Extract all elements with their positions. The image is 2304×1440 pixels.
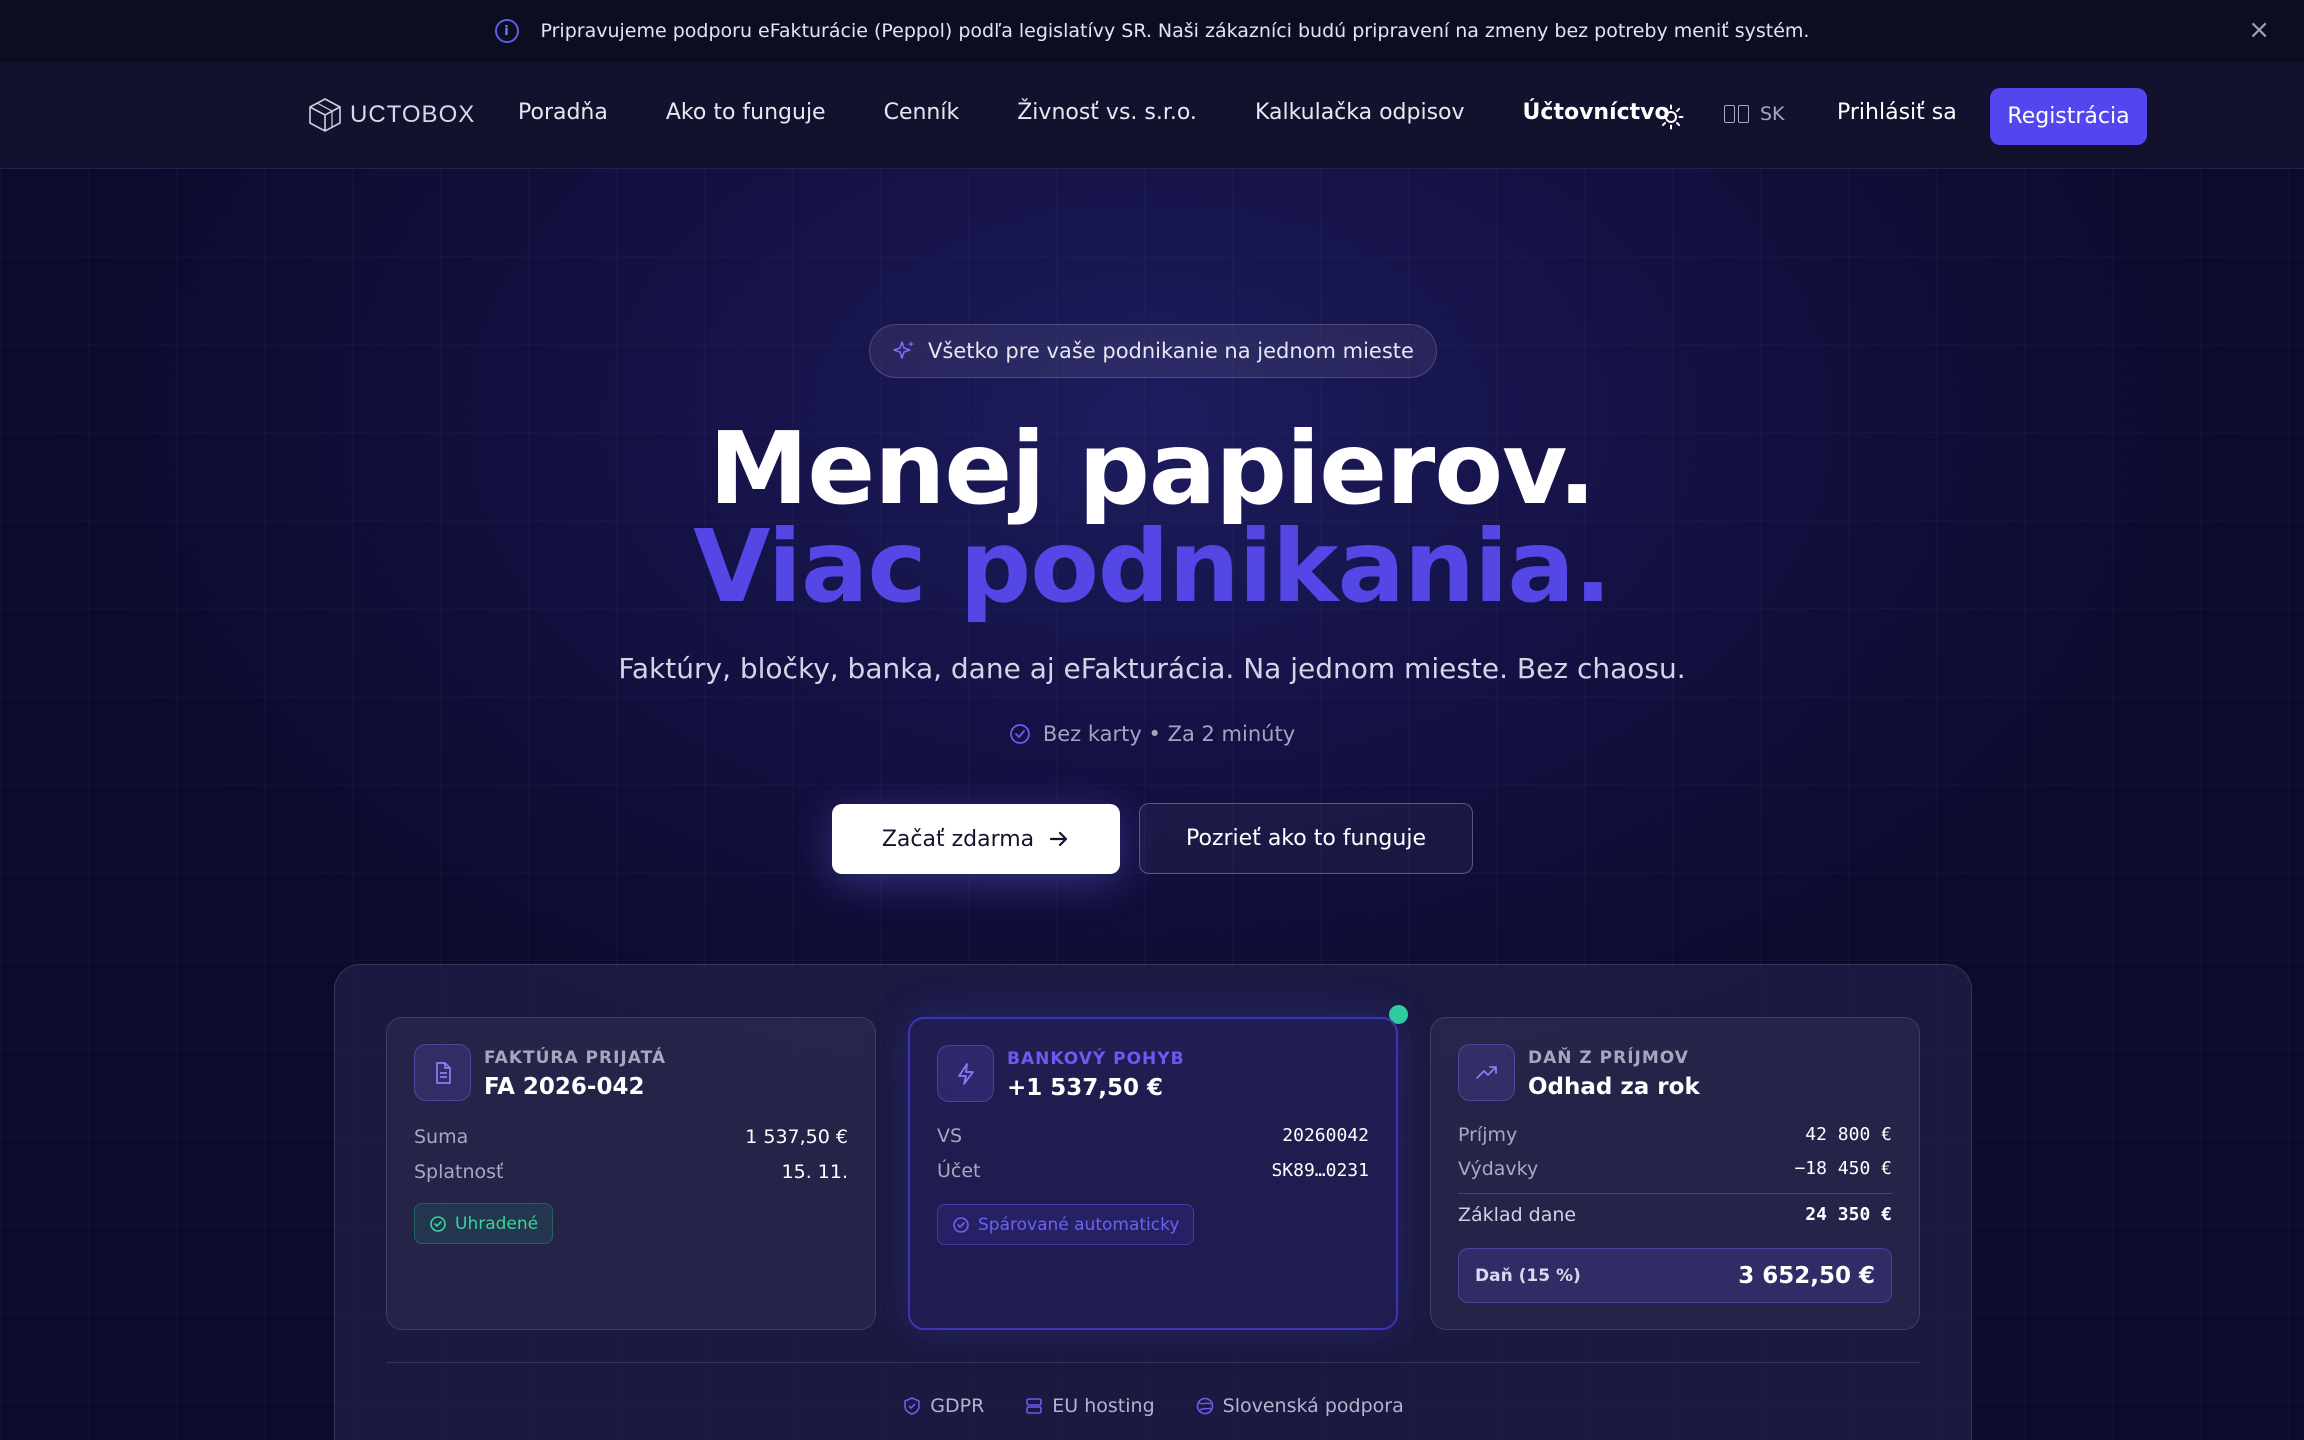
check-circle-icon <box>430 1215 446 1232</box>
login-link[interactable]: Prihlásiť sa <box>1837 100 1957 125</box>
logo[interactable]: UCTOBOX <box>306 96 475 134</box>
row-value: −18 450 € <box>1794 1158 1892 1179</box>
nav-link-kalkulacka-odpisov[interactable]: Kalkulačka odpisov <box>1255 100 1465 125</box>
invoice-caption: FAKTÚRA PRIJATÁ <box>484 1048 667 1068</box>
invoice-title: FA 2026-042 <box>484 1074 645 1100</box>
row-label: Príjmy <box>1458 1124 1518 1146</box>
top-navigation: UCTOBOX Poradňa Ako to funguje Cenník Ži… <box>0 62 2304 169</box>
tax-caption: DAŇ Z PRÍJMOV <box>1528 1048 1689 1068</box>
server-icon <box>1026 1398 1043 1414</box>
invoice-card: FAKTÚRA PRIJATÁ FA 2026-042 Suma 1 537,5… <box>386 1017 876 1330</box>
hero-title-line2: Viac podnikania. <box>693 508 1612 625</box>
row-label: Základ dane <box>1458 1204 1577 1226</box>
bank-title: +1 537,50 € <box>1007 1075 1164 1101</box>
register-button[interactable]: Registrácia <box>1990 88 2147 145</box>
language-code: SK <box>1760 103 1785 125</box>
hero-pill-text: Všetko pre vaše podnikanie na jednom mie… <box>928 339 1414 363</box>
tax-title: Odhad za rok <box>1528 1074 1700 1100</box>
sun-icon[interactable] <box>1658 104 1684 130</box>
banner-text: Pripravujeme podporu eFakturácie (Peppol… <box>540 20 1810 42</box>
arrow-right-icon <box>1050 831 1068 847</box>
document-icon <box>414 1044 471 1101</box>
start-free-button[interactable]: Začať zdarma <box>832 804 1120 874</box>
tax-card: DAŇ Z PRÍJMOV Odhad za rok Príjmy 42 800… <box>1430 1017 1920 1330</box>
tax-row: Príjmy 42 800 € <box>1458 1124 1892 1146</box>
row-value: 20260042 <box>1282 1125 1369 1146</box>
row-label: VS <box>937 1125 963 1147</box>
shield-icon <box>904 1397 921 1415</box>
hero-note: Bez karty • Za 2 minúty <box>0 722 2304 746</box>
trust-item-gdpr: GDPR <box>902 1395 984 1417</box>
tax-total-label: Daň (15 %) <box>1475 1265 1581 1286</box>
trending-up-icon <box>1458 1044 1515 1101</box>
nav-links: Poradňa Ako to funguje Cenník Živnosť vs… <box>518 100 1728 125</box>
nav-link-poradna[interactable]: Poradňa <box>518 100 608 125</box>
lightning-icon <box>937 1045 994 1102</box>
paid-badge: Uhradené <box>414 1203 554 1244</box>
row-value: 15. 11. <box>781 1161 848 1183</box>
info-icon: i <box>494 19 519 43</box>
row-label: Účet <box>937 1160 981 1182</box>
row-value: SK89…0231 <box>1271 1160 1369 1181</box>
how-it-works-button[interactable]: Pozrieť ako to funguje <box>1139 803 1473 874</box>
trust-label: EU hosting <box>1052 1395 1155 1417</box>
check-circle-icon <box>1009 724 1030 744</box>
dashboard-preview: FAKTÚRA PRIJATÁ FA 2026-042 Suma 1 537,5… <box>334 964 1972 1440</box>
tax-total-value: 3 652,50 € <box>1738 1262 1875 1289</box>
hero-note-text: Bez karty • Za 2 minúty <box>1042 722 1296 746</box>
nav-link-ako-to-funguje[interactable]: Ako to funguje <box>666 100 826 125</box>
invoice-row: Splatnosť 15. 11. <box>414 1161 848 1183</box>
divider <box>1458 1193 1892 1194</box>
trust-label: GDPR <box>930 1395 985 1417</box>
bank-caption: BANKOVÝ POHYB <box>1007 1049 1185 1069</box>
tax-total: Daň (15 %) 3 652,50 € <box>1458 1248 1892 1303</box>
row-value: 1 537,50 € <box>745 1126 848 1148</box>
row-label: Splatnosť <box>414 1161 504 1183</box>
invoice-row: Suma 1 537,50 € <box>414 1126 848 1148</box>
close-icon[interactable]: × <box>2248 16 2270 44</box>
bank-row: Účet SK89…0231 <box>937 1160 1369 1182</box>
nav-link-zivnost-vs-sro[interactable]: Živnosť vs. s.r.o. <box>1017 100 1197 125</box>
logo-text: UCTOBOX <box>350 101 476 128</box>
tax-row: Základ dane 24 350 € <box>1458 1204 1892 1226</box>
bank-card: BANKOVÝ POHYB +1 537,50 € VS 20260042 Úč… <box>908 1017 1398 1330</box>
start-free-label: Začať zdarma <box>881 826 1035 852</box>
tax-row: Výdavky −18 450 € <box>1458 1158 1892 1180</box>
hero-pill: Všetko pre vaše podnikanie na jednom mie… <box>869 324 1437 378</box>
row-value: 42 800 € <box>1805 1124 1892 1145</box>
hero-subtitle: Faktúry, bločky, banka, dane aj eFakturá… <box>618 652 1686 685</box>
paid-badge-text: Uhradené <box>455 1213 539 1234</box>
row-value: 24 350 € <box>1805 1204 1892 1225</box>
row-label: Výdavky <box>1458 1158 1539 1180</box>
check-circle-icon <box>953 1216 969 1233</box>
matched-badge: Spárované automaticky <box>937 1204 1195 1245</box>
globe-icon <box>1196 1397 1213 1415</box>
row-label: Suma <box>414 1126 469 1148</box>
matched-badge-text: Spárované automaticky <box>978 1214 1180 1235</box>
logo-cube-icon <box>309 98 341 132</box>
divider <box>386 1362 1920 1363</box>
trust-label: Slovenská podpora <box>1222 1395 1404 1417</box>
flag-icon <box>1724 105 1750 123</box>
announcement-banner: i Pripravujeme podporu eFakturácie (Pepp… <box>0 0 2304 62</box>
trust-item-slovak-support: Slovenská podpora <box>1195 1395 1404 1417</box>
sparkles-icon <box>893 341 915 359</box>
bank-row: VS 20260042 <box>937 1125 1369 1147</box>
trust-item-eu-hosting: EU hosting <box>1024 1395 1155 1417</box>
language-switcher[interactable]: SK <box>1724 103 1785 125</box>
nav-link-uctovnictvo[interactable]: Účtovníctvo <box>1523 100 1670 125</box>
nav-link-cennik[interactable]: Cenník <box>884 100 960 125</box>
trust-badges: GDPR EU hosting Slovenská podpora <box>335 1395 1971 1417</box>
